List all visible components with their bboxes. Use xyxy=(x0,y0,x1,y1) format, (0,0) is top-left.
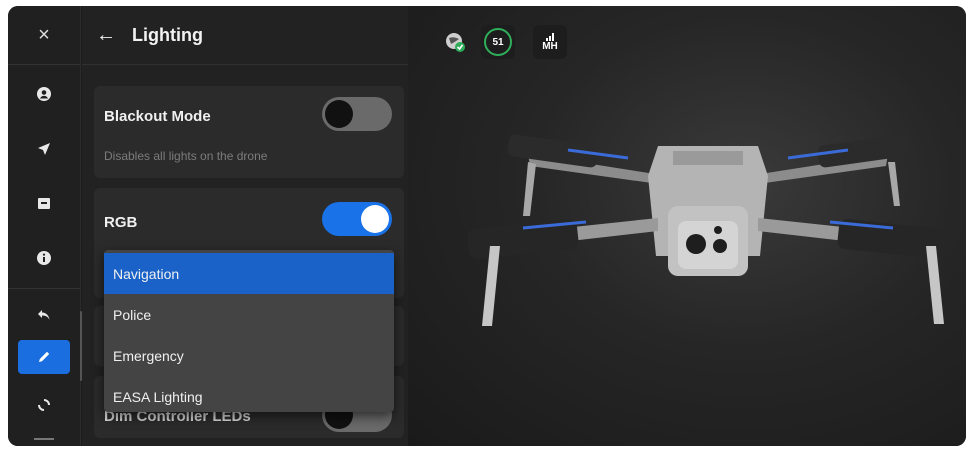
undo-icon xyxy=(38,310,50,320)
drone-top-plate xyxy=(673,151,743,165)
drone-viewport[interactable]: 51 MH xyxy=(408,6,966,446)
rgb-label: RGB xyxy=(104,214,138,231)
signal-label: MH xyxy=(542,40,558,52)
panel-header: ← Lighting xyxy=(82,6,408,65)
rail-item-account[interactable] xyxy=(18,77,70,111)
sync-icon xyxy=(38,399,50,411)
rgb-mode-dropdown[interactable]: Navigation Police Emergency EASA Lightin… xyxy=(104,250,394,412)
rail-item-edit[interactable] xyxy=(18,340,70,374)
battery-ring: 51 xyxy=(484,28,512,56)
folder-icon xyxy=(38,198,50,209)
rail-item-info[interactable] xyxy=(18,241,70,275)
gps-status xyxy=(438,24,472,60)
info-icon xyxy=(37,251,51,265)
camera-lens-icon xyxy=(714,226,722,234)
rail-more-indicator xyxy=(34,438,54,440)
rail-divider xyxy=(8,64,80,65)
dropdown-option-navigation[interactable]: Navigation xyxy=(104,253,394,294)
rail-item-sync[interactable] xyxy=(18,388,70,422)
camera-lens-icon xyxy=(686,234,706,254)
drone-leg xyxy=(888,162,900,206)
drone-leg xyxy=(523,162,536,216)
blackout-mode-label: Blackout Mode xyxy=(104,108,211,125)
rail-item-files[interactable] xyxy=(18,186,70,220)
close-icon: × xyxy=(38,23,50,46)
rail-divider xyxy=(8,288,80,289)
signal-status: MH xyxy=(532,24,568,60)
blackout-mode-description: Disables all lights on the drone xyxy=(104,149,268,163)
blackout-mode-card: Blackout Mode Disables all lights on the… xyxy=(94,86,404,178)
battery-value: 51 xyxy=(492,36,504,48)
rail-item-return[interactable] xyxy=(18,298,70,332)
navigation-arrow-icon xyxy=(38,143,50,155)
dropdown-option-easa-lighting[interactable]: EASA Lighting xyxy=(104,377,394,412)
dropdown-option-emergency[interactable]: Emergency xyxy=(104,336,394,376)
drone-model xyxy=(468,134,948,326)
left-rail: × xyxy=(8,6,82,446)
camera-lens-icon xyxy=(713,239,727,253)
toggle-knob xyxy=(325,100,353,128)
dropdown-option-police[interactable]: Police xyxy=(104,295,394,335)
close-button[interactable]: × xyxy=(8,6,80,64)
rail-item-navigation[interactable] xyxy=(18,132,70,166)
signal-bars-icon xyxy=(546,32,554,41)
blackout-mode-toggle[interactable] xyxy=(322,97,392,131)
toggle-knob xyxy=(361,205,389,233)
battery-status: 51 xyxy=(480,24,516,60)
user-icon xyxy=(37,87,51,101)
pencil-icon xyxy=(39,351,50,362)
globe-check-icon xyxy=(446,33,465,52)
back-arrow-icon[interactable]: ← xyxy=(96,24,116,47)
signal-badge: MH xyxy=(533,25,567,59)
battery-badge: 51 xyxy=(481,25,515,59)
page-title: Lighting xyxy=(132,24,203,45)
app-window: × ← Lighting Blackout Mode Disables all … xyxy=(8,6,966,446)
rgb-toggle[interactable] xyxy=(322,202,392,236)
